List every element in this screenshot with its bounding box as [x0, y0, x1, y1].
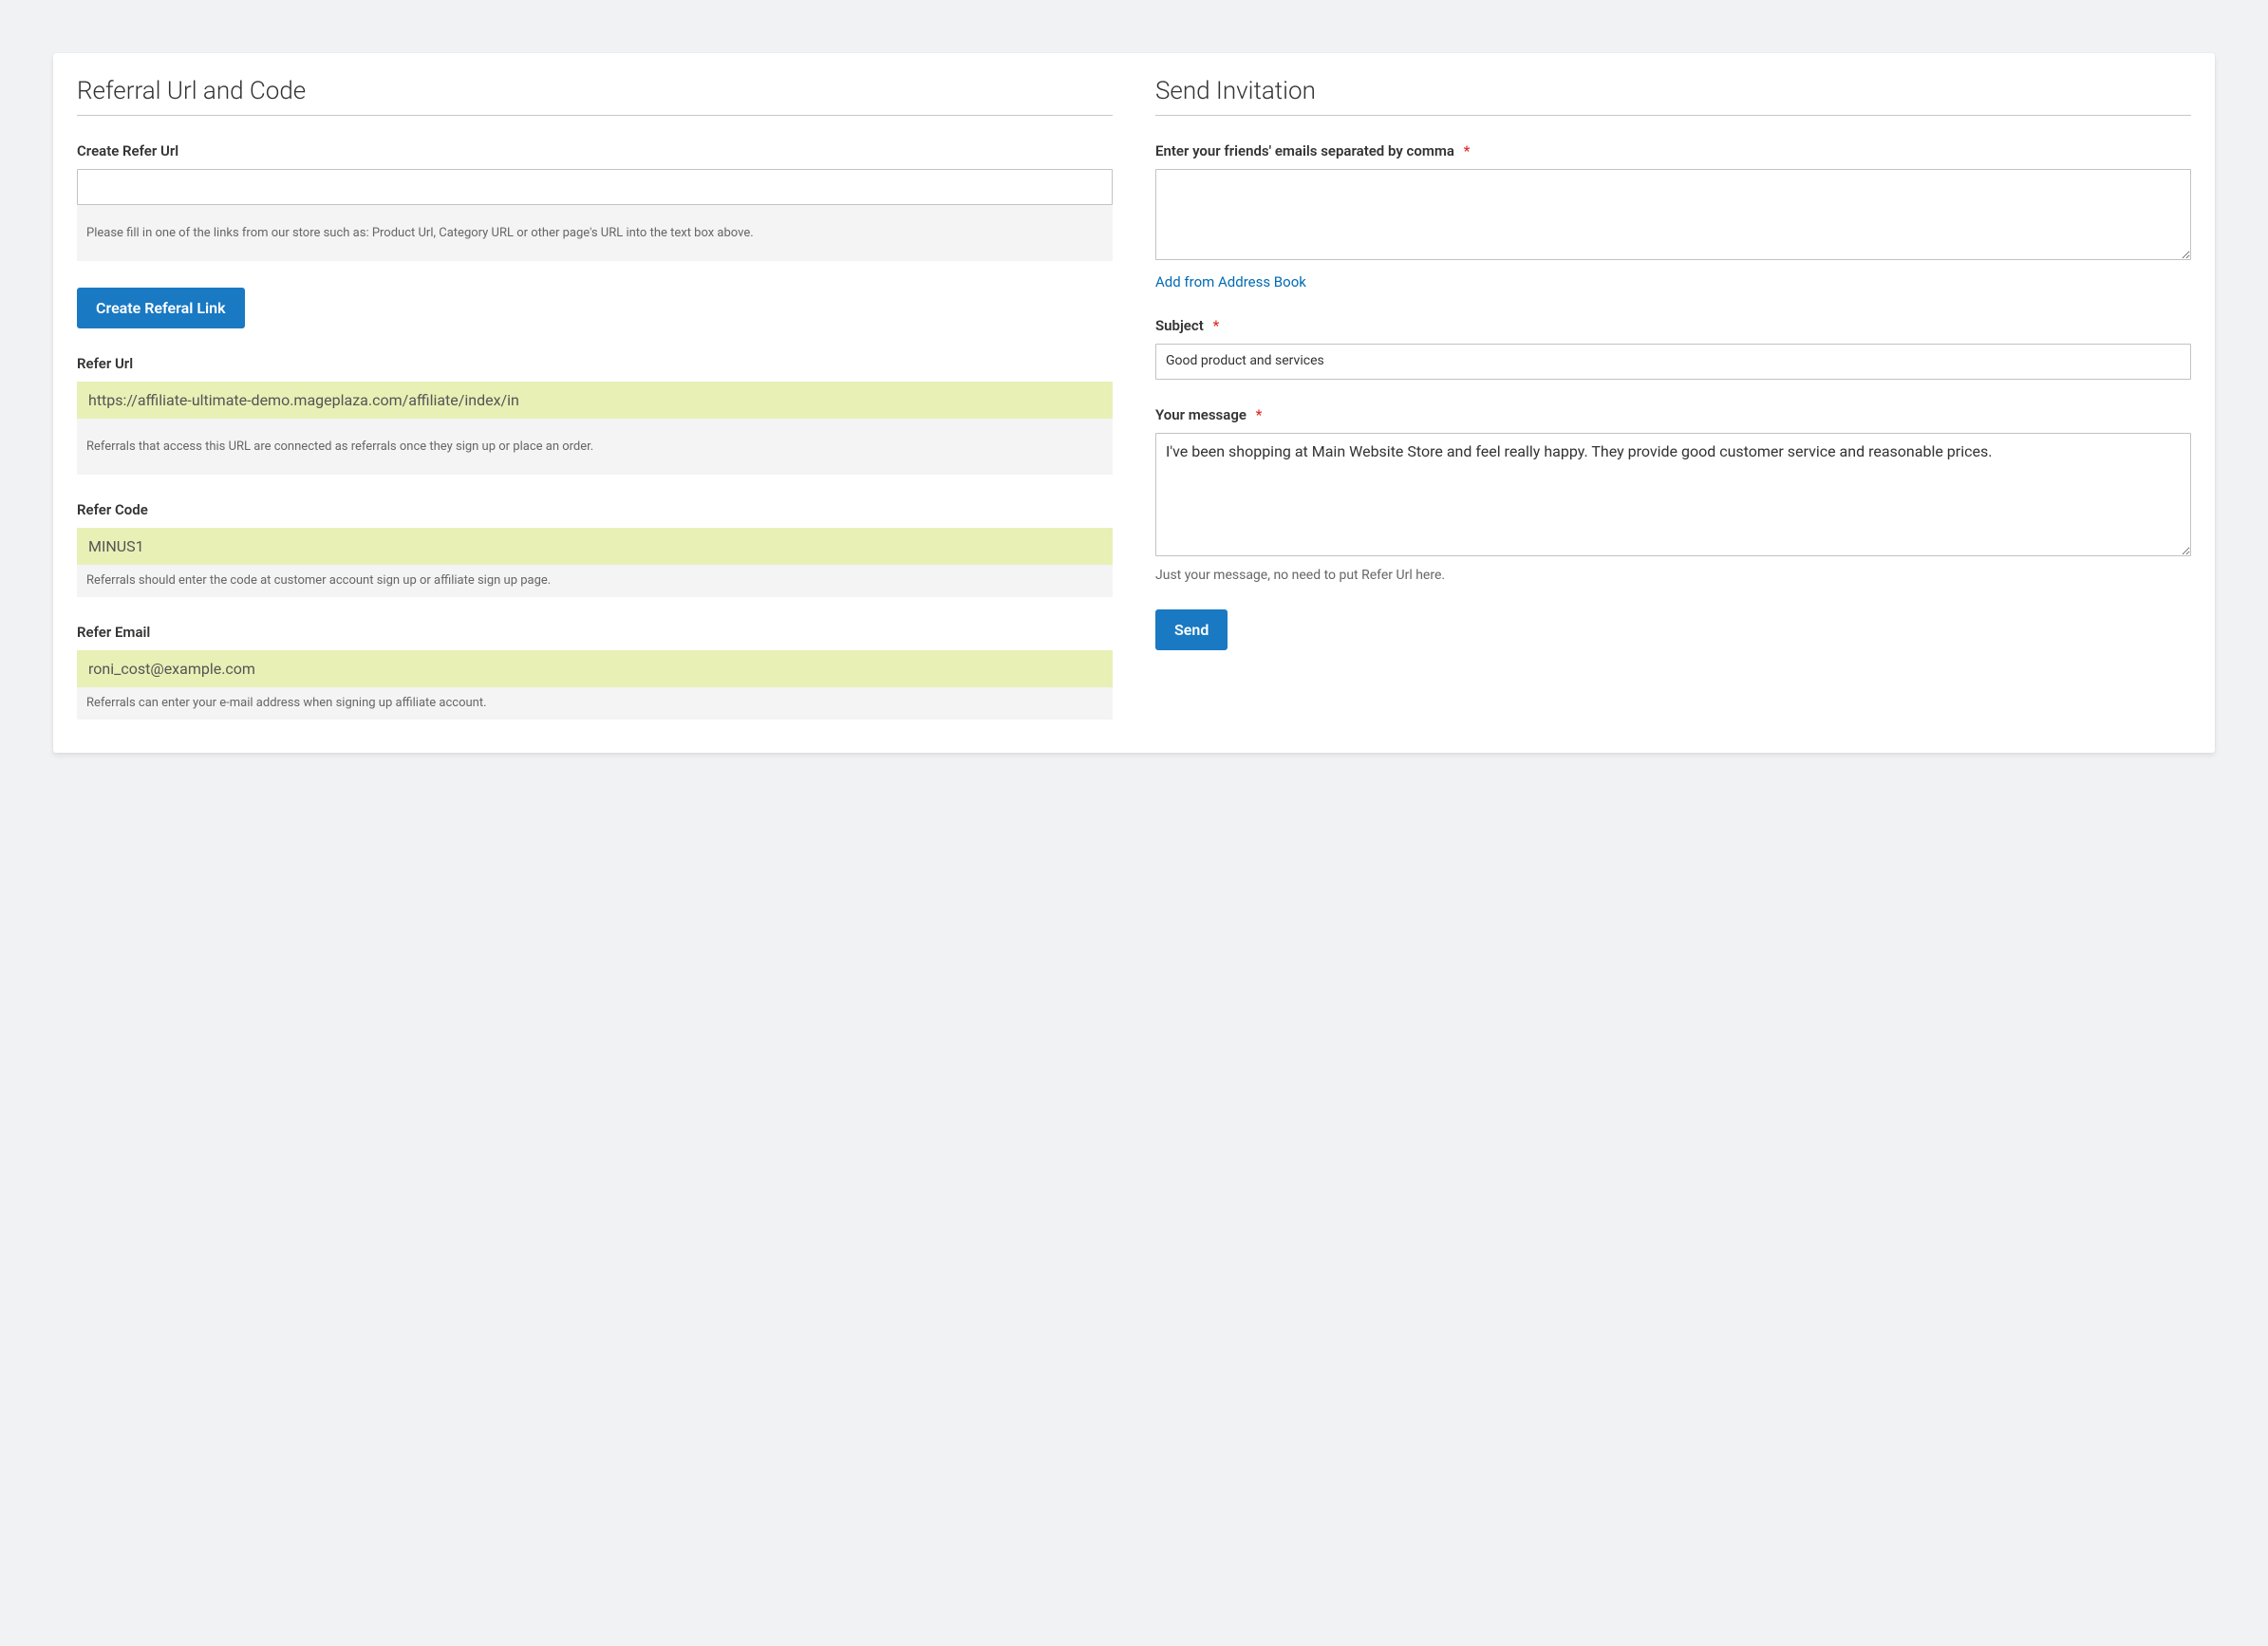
required-mark-icon: * [1256, 406, 1263, 423]
subject-input[interactable] [1155, 344, 2191, 380]
refer-url-value: https://affiliate-ultimate-demo.mageplaz… [77, 382, 1113, 419]
message-label: Your message * [1155, 406, 2191, 423]
page-root: Referral Url and Code Create Refer Url P… [0, 0, 2268, 806]
add-from-address-book-link[interactable]: Add from Address Book [1155, 273, 1306, 290]
refer-code-field: Refer Code MINUS1 Referrals should enter… [77, 501, 1113, 597]
content-card: Referral Url and Code Create Refer Url P… [53, 53, 2215, 753]
create-referal-link-button[interactable]: Create Referal Link [77, 288, 245, 328]
subject-field: Subject * [1155, 317, 2191, 380]
refer-url-helper: Referrals that access this URL are conne… [77, 419, 1113, 475]
referral-url-and-code-section: Referral Url and Code Create Refer Url P… [77, 77, 1113, 720]
subject-label: Subject * [1155, 317, 2191, 334]
friends-emails-textarea[interactable] [1155, 169, 2191, 260]
create-referal-link-button-wrap: Create Referal Link [77, 288, 1113, 328]
create-refer-url-helper: Please fill in one of the links from our… [77, 205, 1113, 261]
refer-email-helper: Referrals can enter your e-mail address … [77, 687, 1113, 720]
subject-label-text: Subject [1155, 317, 1204, 334]
required-mark-icon: * [1212, 317, 1219, 334]
message-label-text: Your message [1155, 406, 1246, 423]
refer-email-value: roni_cost@example.com [77, 650, 1113, 687]
message-textarea[interactable]: I've been shopping at Main Website Store… [1155, 433, 2191, 556]
refer-code-label: Refer Code [77, 501, 1113, 518]
friends-emails-label: Enter your friends' emails separated by … [1155, 142, 2191, 159]
message-field: Your message * I've been shopping at Mai… [1155, 406, 2191, 583]
refer-code-helper: Referrals should enter the code at custo… [77, 565, 1113, 597]
send-button-wrap: Send [1155, 609, 2191, 650]
send-invitation-section: Send Invitation Enter your friends' emai… [1155, 77, 2191, 720]
refer-email-field: Refer Email roni_cost@example.com Referr… [77, 624, 1113, 720]
message-note: Just your message, no need to put Refer … [1155, 568, 2191, 583]
section-title-invitation: Send Invitation [1155, 77, 2191, 116]
create-refer-url-field: Create Refer Url Please fill in one of t… [77, 142, 1113, 261]
friends-emails-label-text: Enter your friends' emails separated by … [1155, 142, 1454, 159]
refer-url-field: Refer Url https://affiliate-ultimate-dem… [77, 355, 1113, 475]
refer-code-value: MINUS1 [77, 528, 1113, 565]
send-button[interactable]: Send [1155, 609, 1228, 650]
refer-url-label: Refer Url [77, 355, 1113, 372]
refer-email-label: Refer Email [77, 624, 1113, 641]
create-refer-url-input[interactable] [77, 169, 1113, 205]
friends-emails-field: Enter your friends' emails separated by … [1155, 142, 2191, 290]
create-refer-url-label: Create Refer Url [77, 142, 1113, 159]
section-title-referral: Referral Url and Code [77, 77, 1113, 116]
required-mark-icon: * [1464, 142, 1471, 159]
